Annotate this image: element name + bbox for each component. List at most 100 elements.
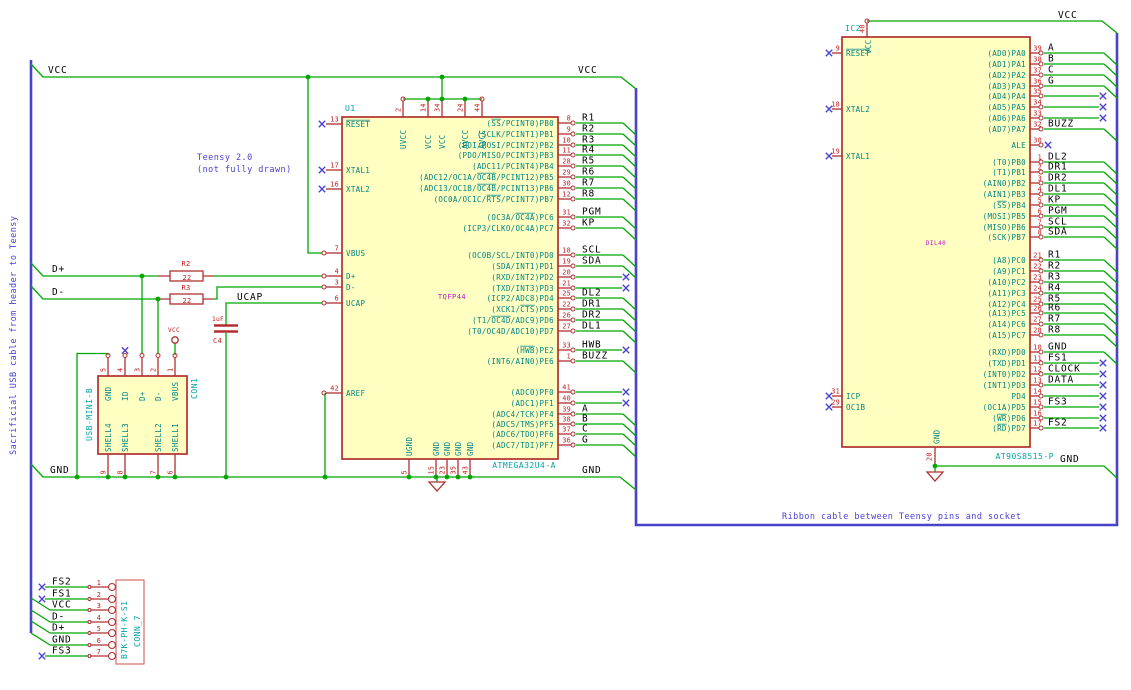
pin-name: (INT1)PD3: [983, 381, 1026, 390]
pin-number: 31: [562, 209, 571, 217]
pin-number: 23: [1033, 274, 1042, 282]
no-connect-x: [1099, 370, 1107, 378]
pin-number: 42: [330, 385, 339, 393]
pin-name: (T1/OC4D/ADC9)PD6: [472, 316, 554, 325]
dplus-label: D+: [52, 264, 65, 275]
pin-name: (TXD/INT3)PD3: [491, 284, 554, 293]
pin-number: 7: [1038, 219, 1042, 227]
no-connect-x: [622, 399, 630, 407]
no-connect-x: [1099, 403, 1107, 411]
note-teensy-line2: (not fully drawn): [197, 165, 292, 175]
pin-number: 31: [831, 388, 840, 396]
pin-number: 3: [335, 279, 339, 287]
pin-name: AVCC: [461, 130, 470, 149]
net-label: R7: [1048, 314, 1061, 325]
pin-name: (ICP3/CLKO/OC4A)PC7: [463, 224, 555, 233]
pin-number: 5: [1038, 197, 1042, 205]
bus-entry: [622, 423, 637, 437]
pin-name: (INT0)PD2: [983, 370, 1026, 379]
net-label: FS1: [52, 589, 72, 600]
c4-capacitor[interactable]: [214, 324, 238, 333]
no-connect-x: [1099, 92, 1107, 100]
no-connect-x: [825, 49, 833, 57]
pin-number: 23: [439, 466, 447, 475]
no-connect-x: [622, 284, 630, 292]
pin-number: 5: [401, 470, 409, 474]
gnd-label-right: GND: [582, 465, 602, 476]
pin-name: (A12)PC4: [987, 300, 1026, 309]
pin-number: 20: [926, 452, 934, 461]
net-label: R2: [582, 124, 595, 135]
connector-pin-circle: [107, 582, 117, 592]
pin-name: (AD7)PA7: [987, 125, 1026, 134]
connector-pin-circle: [107, 617, 117, 627]
pin-number: 3: [134, 368, 142, 372]
junction-dot: [439, 74, 445, 80]
pin-number: 4: [1038, 186, 1042, 194]
pin-number: 10: [562, 137, 571, 145]
pin-end: [87, 643, 92, 647]
junction-dot: [406, 474, 412, 480]
pin-name: XTAL1: [846, 152, 870, 161]
pin-number: 2: [150, 368, 158, 372]
pin-end: [321, 250, 327, 256]
pin-name: D-: [346, 283, 356, 292]
pin-number: 36: [562, 437, 571, 445]
no-connect-x: [1099, 103, 1107, 111]
bus-entry: [622, 144, 637, 158]
junction-dot: [105, 474, 111, 480]
pin-name: (ADC12/OC1A/OC4B/PCINT12)PB5: [419, 173, 554, 182]
net-label: KP: [1048, 195, 1061, 206]
pin-name: SHELL2: [154, 423, 163, 452]
pin-name: (AD4)PA4: [987, 92, 1026, 101]
bus-entry: [622, 308, 637, 322]
vcc-symbol-label: VCC: [168, 327, 180, 334]
pin-end: [570, 306, 576, 312]
pin-name: (MISO)PB6: [983, 223, 1027, 232]
bus-entry: [1103, 259, 1118, 273]
bus-entry: [1103, 226, 1118, 240]
pin-end: [570, 411, 576, 417]
net-label: FS2: [52, 577, 72, 588]
bus-entry: [1103, 52, 1118, 66]
no-connect-x: [1099, 381, 1107, 389]
pin-name: ID: [121, 391, 130, 401]
bus-entry: [622, 176, 637, 190]
bus-entry: [622, 187, 637, 201]
pin-number: 19: [831, 148, 840, 156]
net-label: C: [1048, 65, 1055, 76]
pin-number: 7: [335, 245, 339, 253]
junction-dot: [172, 474, 178, 480]
pin-name: VBUS: [171, 382, 180, 401]
no-connect-x: [318, 166, 326, 174]
pin-number: 1: [1038, 154, 1042, 162]
no-connect-x: [1099, 359, 1107, 367]
pin-end: [570, 358, 576, 364]
net-label: R3: [1048, 272, 1061, 283]
dminus-label: D-: [52, 287, 65, 298]
no-connect-x: [38, 595, 46, 603]
pin-name: GND: [432, 441, 441, 456]
bus-entry: [1103, 128, 1118, 142]
net-label: FS3: [1048, 397, 1068, 408]
pin-number: 21: [562, 280, 571, 288]
bus-entry: [622, 216, 637, 230]
pin-end: [570, 120, 576, 126]
pin-name: (AD3)PA3: [987, 82, 1026, 91]
pin-number: 1: [567, 353, 571, 361]
dminus-wire: [30, 285, 322, 354]
net-label: R6: [1048, 303, 1061, 314]
pin-number: 29: [831, 399, 840, 407]
dplus-wire: [30, 262, 322, 354]
bus-entry: [622, 254, 637, 268]
pin-name: AREF: [346, 389, 365, 398]
pin-number: 15: [1033, 399, 1042, 407]
pin-number: 40: [859, 24, 867, 33]
net-label: SDA: [1048, 227, 1068, 238]
pin-number: 3: [97, 602, 101, 610]
ic2-gnd-wire: [934, 465, 1118, 479]
pin-name: (ADC11/PCINT4)PB4: [472, 162, 554, 171]
pin-number: 34: [1033, 99, 1042, 107]
pin-number: 9: [100, 470, 108, 474]
bus-entry: [1103, 204, 1118, 218]
